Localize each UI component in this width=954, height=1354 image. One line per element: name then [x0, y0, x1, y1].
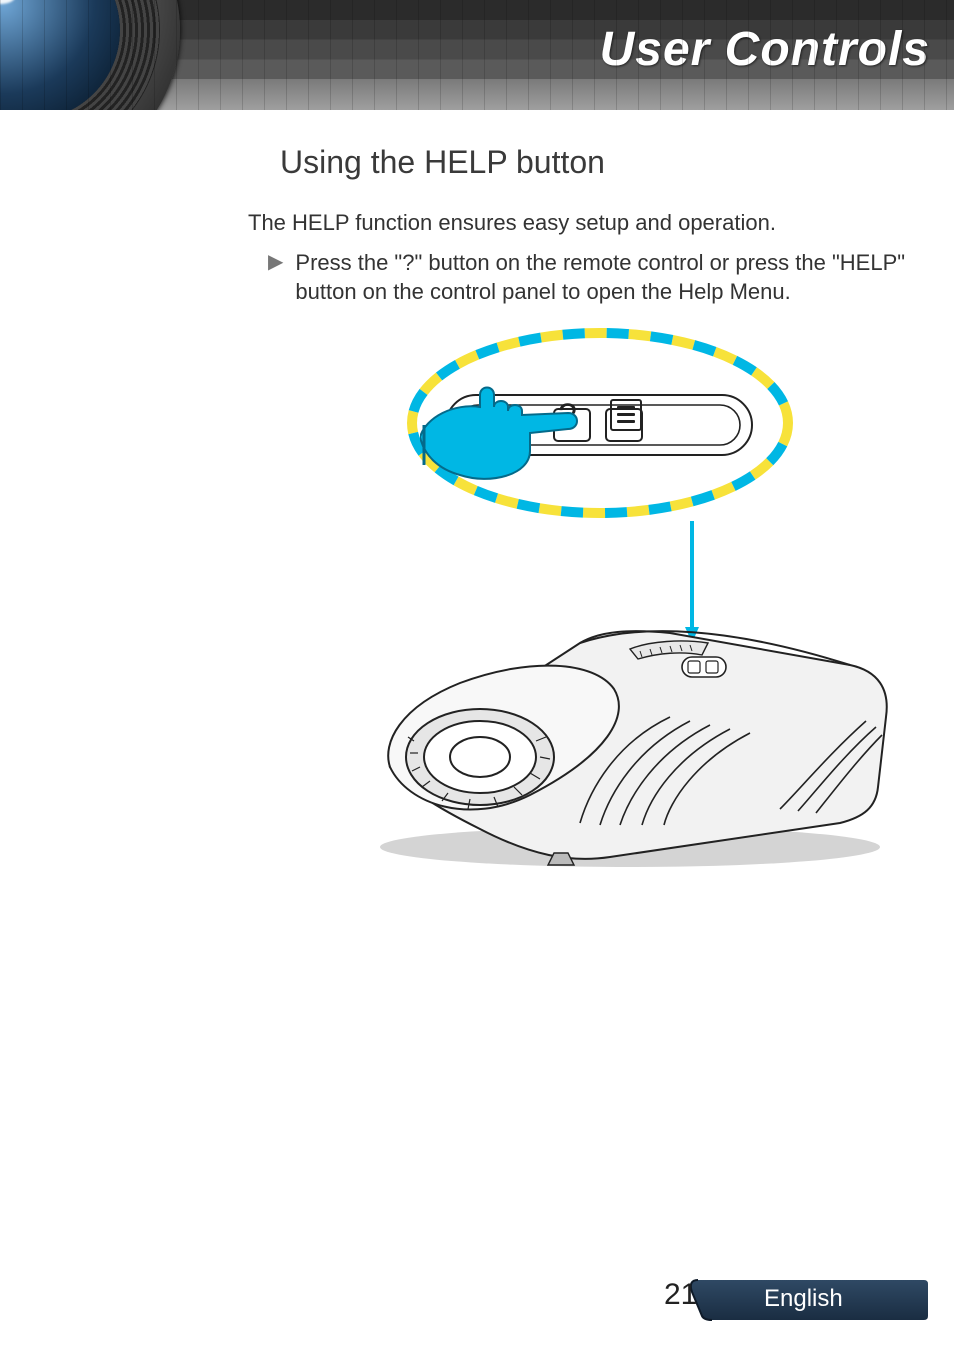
page-header: User Controls: [0, 0, 954, 110]
section-heading: Using the HELP button: [280, 144, 924, 181]
page-footer: 21 English: [668, 1276, 928, 1322]
intro-text: The HELP function ensures easy setup and…: [248, 209, 924, 238]
lens-decor: [0, 0, 180, 110]
bullet-item: ▶ Press the "?" button on the remote con…: [268, 248, 924, 307]
help-button-figure: ?: [340, 337, 940, 857]
page-language: English: [764, 1285, 843, 1313]
header-title: User Controls: [600, 22, 930, 77]
bullet-glyph-icon: ▶: [268, 252, 283, 272]
page-number: 21: [664, 1278, 697, 1312]
menu-list-icon: [610, 399, 642, 431]
page-content: Using the HELP button The HELP function …: [0, 110, 954, 857]
projector-illustration: [330, 557, 910, 877]
bullet-text: Press the "?" button on the remote contr…: [295, 248, 924, 307]
pointing-hand-icon: [420, 367, 590, 487]
